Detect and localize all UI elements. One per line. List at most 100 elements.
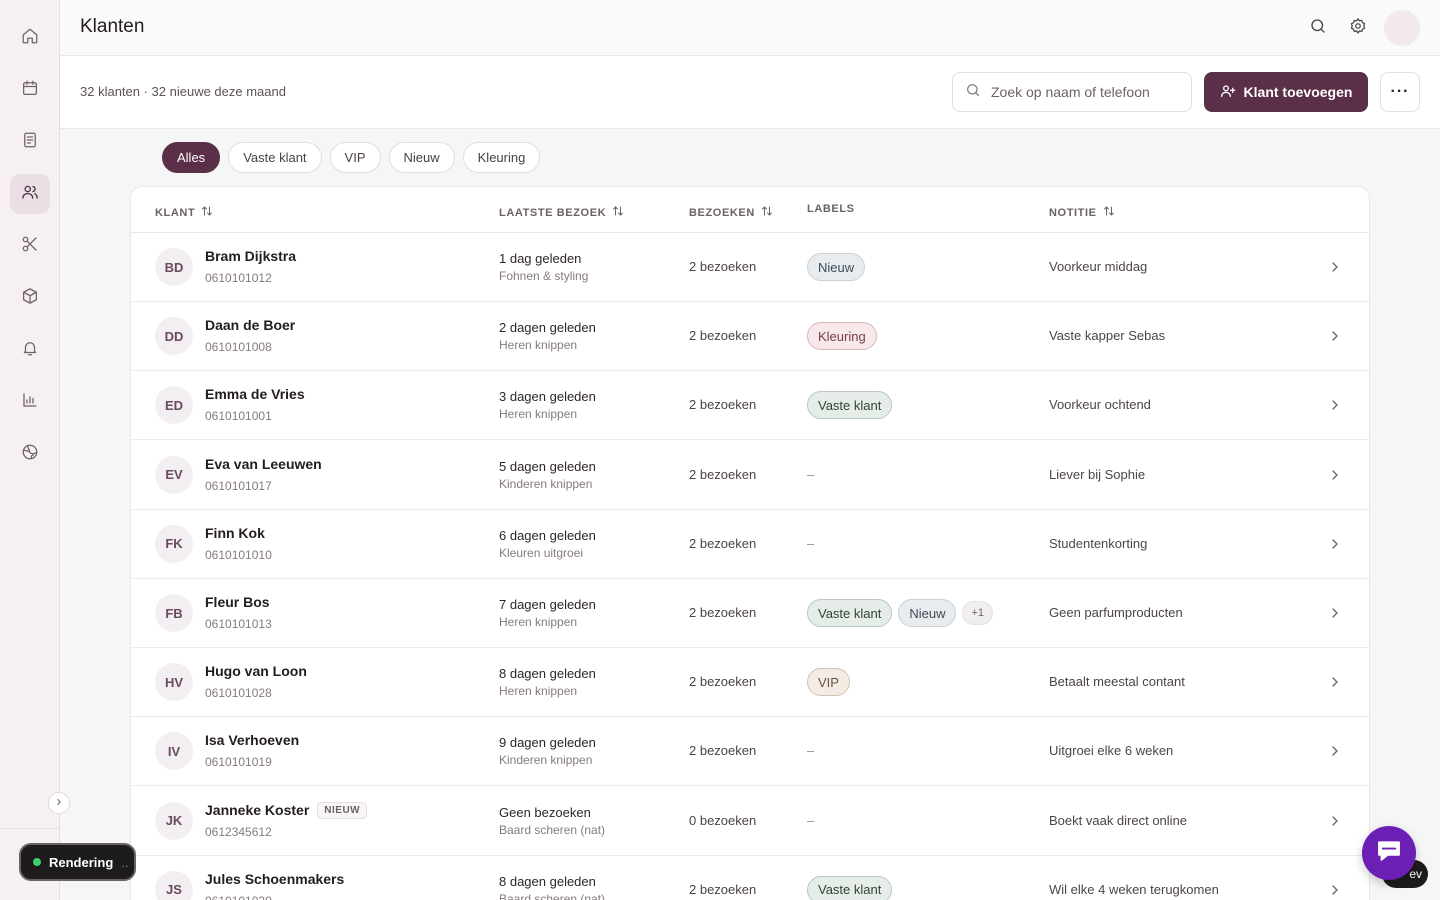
table-row[interactable]: FK Finn Kok 0610101010 6 dagen geleden Kleur…	[131, 510, 1369, 579]
table-row[interactable]: EV Eva van Leeuwen 0610101017 5 dagen geled…	[131, 441, 1369, 510]
client-name[interactable]: Janneke Koster	[205, 802, 309, 818]
chevron-right-icon	[54, 794, 64, 812]
page-title: Klanten	[80, 16, 145, 37]
table-row[interactable]: JK Janneke Koster NIEUW 0612345612 Geen bezo…	[131, 787, 1369, 856]
nav-calendar[interactable]	[10, 70, 50, 110]
nav-notifications[interactable]	[10, 330, 50, 370]
table-row[interactable]: JS Jules Schoenmakers 0610101030 8 dagen ge…	[131, 856, 1369, 900]
last-service: Heren knippen	[499, 684, 578, 699]
more-options-button[interactable]: ···	[1380, 72, 1420, 112]
render-status-badge[interactable]: Rendering ..	[19, 843, 136, 881]
client-avatar: ED	[155, 386, 193, 425]
search-button[interactable]	[1306, 16, 1330, 40]
client-note: Vaste kapper Sebas	[1049, 328, 1166, 344]
column-note[interactable]: NOTITIE	[1049, 205, 1115, 220]
client-name[interactable]: Isa Verhoeven	[205, 732, 299, 748]
client-phone: 0612345612	[205, 824, 272, 839]
gear-icon	[1349, 17, 1367, 40]
visit-count: 2 bezoeken	[689, 881, 757, 897]
add-client-button[interactable]: Klant toevoegen	[1204, 72, 1368, 112]
search-field[interactable]	[952, 72, 1192, 112]
nav-documents[interactable]	[10, 122, 50, 162]
client-name[interactable]: Daan de Boer	[205, 317, 295, 333]
client-name-wrap: Eva van Leeuwen	[205, 456, 322, 472]
add-client-label: Klant toevoegen	[1243, 84, 1353, 100]
chevron-right-icon[interactable]	[1327, 743, 1343, 759]
client-note: Liever bij Sophie	[1049, 466, 1146, 482]
chat-button[interactable]	[1362, 826, 1416, 880]
table-row[interactable]: HV Hugo van Loon 0610101028 8 dagen geleden…	[131, 648, 1369, 718]
client-note: Studentenkorting	[1049, 535, 1148, 551]
last-visit: 2 dagen geleden	[499, 320, 596, 336]
table-row[interactable]: ED Emma de Vries 0610101001 3 dagen geleden…	[131, 371, 1369, 441]
client-phone: 0610101017	[205, 478, 272, 493]
chevron-right-icon[interactable]	[1327, 882, 1343, 898]
last-service: Heren knippen	[499, 615, 578, 629]
status-label: Rendering	[49, 854, 114, 870]
client-name[interactable]: Hugo van Loon	[205, 663, 307, 679]
settings-button[interactable]	[1346, 16, 1370, 40]
sidebar-expand-button[interactable]	[48, 792, 70, 814]
last-service: Heren knippen	[499, 338, 578, 353]
visit-count: 2 bezoeken	[689, 535, 757, 551]
user-avatar[interactable]	[1384, 10, 1420, 46]
nav-products[interactable]	[10, 278, 50, 318]
chevron-right-icon[interactable]	[1327, 674, 1343, 690]
no-labels: –	[807, 743, 815, 759]
client-avatar: BD	[155, 248, 193, 286]
nav-website[interactable]	[10, 434, 50, 474]
chevron-right-icon[interactable]	[1327, 605, 1343, 621]
users-icon	[21, 183, 39, 206]
client-avatar: FK	[155, 524, 193, 563]
sort-icon	[761, 205, 773, 220]
client-name-wrap: Janneke Koster NIEUW	[205, 801, 368, 819]
no-labels: –	[807, 535, 815, 551]
chevron-right-icon[interactable]	[1327, 328, 1343, 344]
chevron-right-icon[interactable]	[1327, 259, 1343, 275]
search-input[interactable]	[991, 84, 1171, 100]
table-row[interactable]: BD Bram Dijkstra 0610101012 1 dag geleden Fo…	[131, 233, 1369, 302]
column-visits[interactable]: BEZOEKEN	[689, 205, 773, 220]
nav-reports[interactable]	[10, 382, 50, 422]
last-service: Kinderen knippen	[499, 753, 593, 768]
client-avatar: HV	[155, 663, 193, 702]
last-service: Kinderen knippen	[499, 476, 593, 491]
clients-table: KLANT LAATSTE BEZOEK BEZOEKEN LABELS NOT…	[130, 186, 1370, 900]
column-client[interactable]: KLANT	[155, 205, 213, 220]
client-label: Nieuw	[807, 253, 866, 281]
client-name[interactable]: Bram Dijkstra	[205, 248, 296, 264]
table-row[interactable]: FB Fleur Bos 0610101013 7 dagen geleden Here…	[131, 579, 1369, 648]
chevron-right-icon[interactable]	[1327, 536, 1343, 552]
client-note: Geen parfumproducten	[1049, 605, 1183, 620]
client-labels: VIP	[807, 668, 850, 697]
filter-chip[interactable]: Alles	[162, 142, 221, 173]
more-labels-badge[interactable]: +1	[962, 601, 994, 625]
chevron-right-icon[interactable]	[1327, 397, 1343, 413]
table-row[interactable]: DD Daan de Boer 0610101008 2 dagen geleden H…	[131, 302, 1369, 372]
nav-clients[interactable]	[10, 174, 50, 214]
sort-icon	[612, 205, 624, 220]
last-visit: 8 dagen geleden	[499, 666, 596, 682]
client-phone: 0610101008	[205, 340, 272, 355]
client-label: Vaste klant	[807, 875, 893, 900]
client-name[interactable]: Fleur Bos	[205, 594, 270, 610]
table-row[interactable]: IV Isa Verhoeven 0610101019 9 dagen geleden…	[131, 717, 1369, 787]
nav-services[interactable]	[10, 226, 50, 266]
chevron-right-icon[interactable]	[1327, 467, 1343, 483]
filter-chip[interactable]: Vaste klant	[228, 142, 322, 173]
filter-chip[interactable]: Nieuw	[388, 142, 455, 173]
nav-home[interactable]	[10, 18, 50, 58]
visit-count: 2 bezoeken	[689, 397, 757, 413]
client-name[interactable]: Emma de Vries	[205, 386, 305, 402]
column-last-visit[interactable]: LAATSTE BEZOEK	[499, 205, 624, 220]
client-phone: 0610101019	[205, 755, 272, 770]
client-name[interactable]: Finn Kok	[205, 525, 265, 541]
column-client-label: KLANT	[155, 206, 196, 219]
client-name[interactable]: Jules Schoenmakers	[205, 871, 344, 887]
filter-chip[interactable]: VIP	[329, 142, 381, 173]
search-icon	[1309, 17, 1327, 40]
chevron-right-icon[interactable]	[1327, 813, 1343, 829]
client-name[interactable]: Eva van Leeuwen	[205, 456, 322, 472]
filter-chip[interactable]: Kleuring	[462, 142, 541, 173]
client-phone: 0610101001	[205, 409, 272, 424]
